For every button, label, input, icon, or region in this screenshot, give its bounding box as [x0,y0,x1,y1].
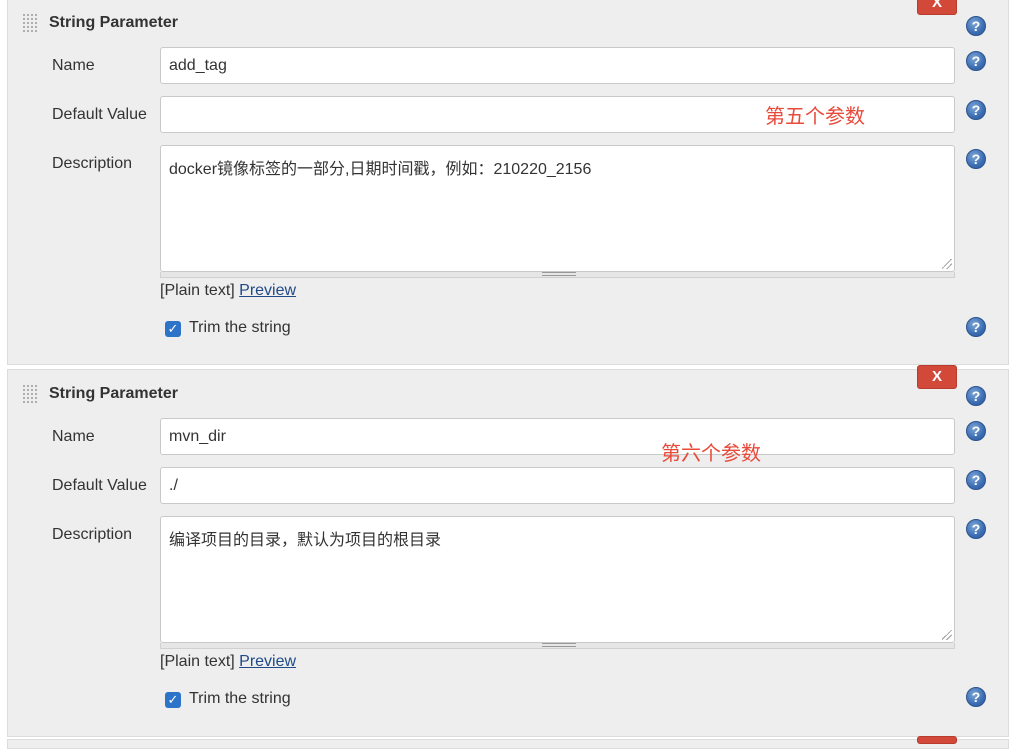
textarea-resize-bar[interactable] [160,272,955,278]
resize-grip-icon[interactable] [942,630,952,640]
string-parameter-panel-2: String Parameter X ? Name mvn_dir ? 第六个参… [7,365,1009,737]
delete-parameter-button[interactable] [917,736,957,744]
name-label: Name [52,428,95,445]
description-label: Description [52,526,133,543]
description-text: docker镜像标签的一部分,日期时间戳，例如：210220_2156 [169,161,592,178]
textarea-resize-bar[interactable] [160,643,955,649]
help-icon[interactable]: ? [966,470,986,490]
parameter-title: String Parameter [49,14,178,31]
drag-handle-icon[interactable] [22,384,38,403]
help-icon[interactable]: ? [966,519,986,539]
delete-parameter-button[interactable]: X [917,365,957,389]
default-value-input[interactable]: ./ [160,467,955,504]
help-icon[interactable]: ? [966,687,986,707]
annotation-text: 第六个参数 [661,441,761,465]
annotation-text: 第五个参数 [765,104,865,128]
help-icon[interactable]: ? [966,317,986,337]
help-icon[interactable]: ? [966,421,986,441]
drag-handle-icon[interactable] [22,13,38,32]
trim-string-checkbox[interactable]: ✓ [165,692,181,708]
trim-string-label[interactable]: Trim the string [189,690,291,708]
markup-formatter: [Plain text] Preview [160,282,296,300]
name-input[interactable]: add_tag [160,47,955,84]
description-textarea[interactable]: docker镜像标签的一部分,日期时间戳，例如：210220_2156 [160,145,955,272]
string-parameter-panel-3 [7,736,1009,749]
name-label: Name [52,57,95,74]
preview-link[interactable]: Preview [239,282,296,299]
help-icon[interactable]: ? [966,386,986,406]
description-label: Description [52,155,133,172]
help-icon[interactable]: ? [966,51,986,71]
description-text: 编译项目的目录，默认为项目的根目录 [169,532,442,549]
markup-formatter: [Plain text] Preview [160,653,296,671]
default-value-label: Default Value [52,106,147,123]
help-icon[interactable]: ? [966,100,986,120]
name-input[interactable]: mvn_dir [160,418,955,455]
grip-icon [542,643,576,647]
string-parameter-panel-1: String Parameter X ? Name add_tag ? Defa… [7,0,1009,365]
trim-string-checkbox[interactable]: ✓ [165,321,181,337]
help-icon[interactable]: ? [966,16,986,36]
preview-link[interactable]: Preview [239,653,296,670]
help-icon[interactable]: ? [966,149,986,169]
delete-parameter-button[interactable]: X [917,0,957,15]
description-textarea[interactable]: 编译项目的目录，默认为项目的根目录 [160,516,955,643]
grip-icon [542,272,576,276]
plain-text-label: [Plain text] [160,653,235,670]
resize-grip-icon[interactable] [942,259,952,269]
parameter-title: String Parameter [49,385,178,402]
plain-text-label: [Plain text] [160,282,235,299]
default-value-label: Default Value [52,477,147,494]
trim-string-label[interactable]: Trim the string [189,319,291,337]
